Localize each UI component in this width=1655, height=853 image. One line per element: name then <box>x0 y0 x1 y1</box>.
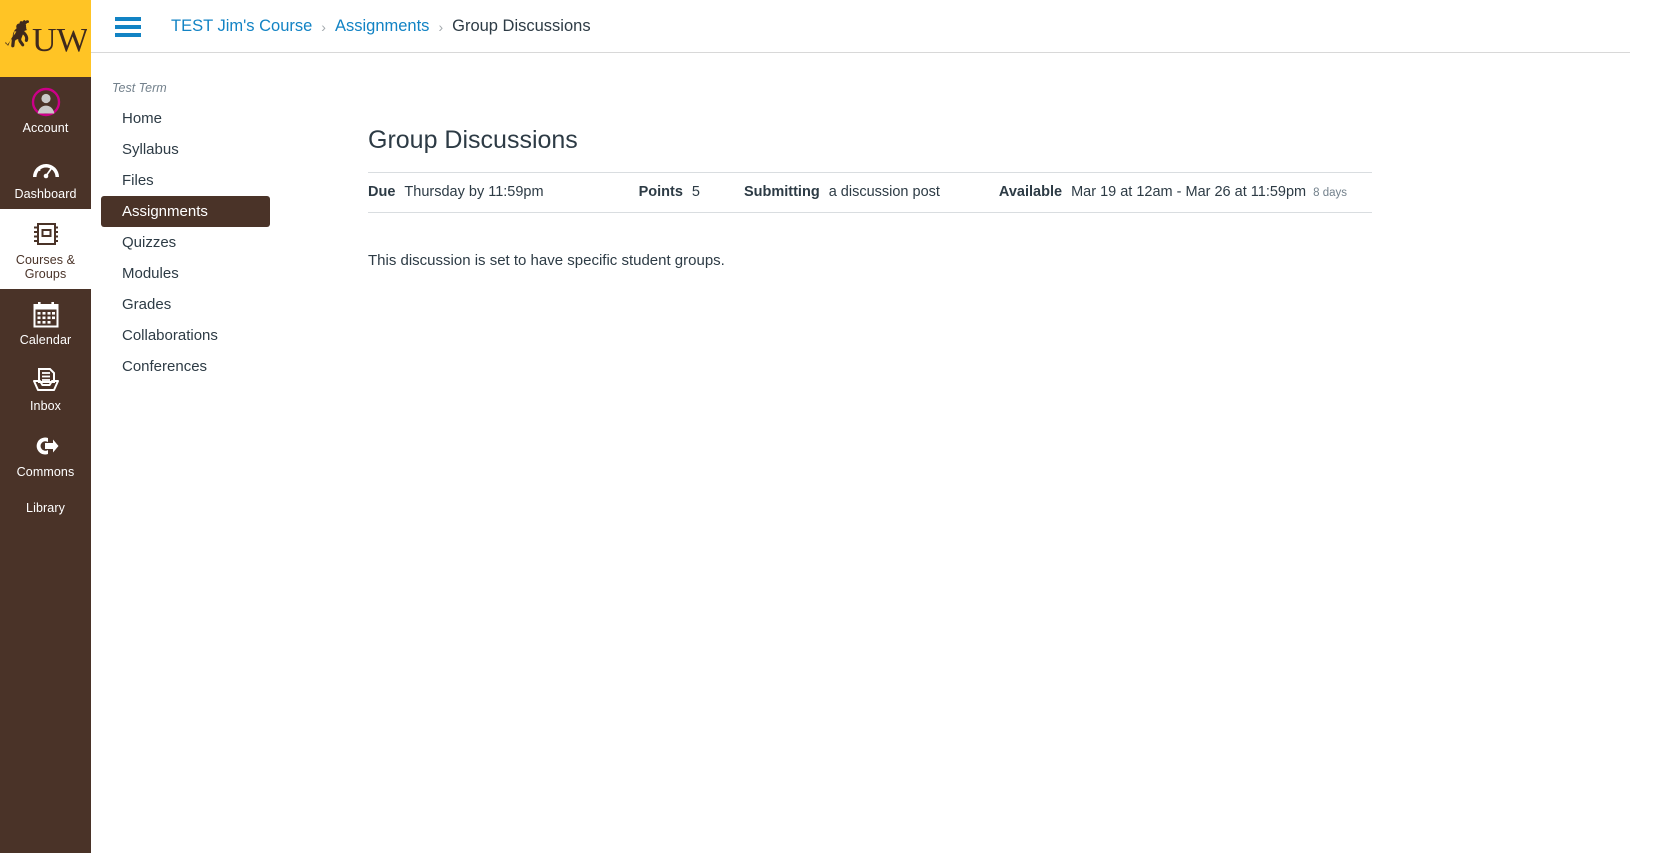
detail-available-label: Available <box>998 184 1063 200</box>
course-nav-item-conferences[interactable]: Conferences <box>101 351 270 382</box>
detail-points-label: Points <box>638 184 683 200</box>
page-root: UW Account Dashboard Courses & Groups Ca… <box>0 0 1655 853</box>
global-nav-item-library[interactable]: Library <box>0 487 91 523</box>
global-nav-item-courses-and-groups[interactable]: Courses & Groups <box>0 209 91 289</box>
breadcrumb-separator-icon: › <box>321 18 326 35</box>
term-label: Test Term <box>112 81 167 95</box>
commons-arrow-icon <box>32 431 60 461</box>
detail-points-value: 5 <box>691 184 700 200</box>
user-avatar-icon <box>31 87 61 117</box>
course-nav-list-item: Files <box>91 165 276 196</box>
course-nav-list-item: Syllabus <box>91 134 276 165</box>
discussion-message: This discussion is set to have specific … <box>368 252 725 269</box>
breadcrumb-item-current: Group Discussions <box>452 17 591 35</box>
content-area: Group Discussions Due Thursday by 11:59p… <box>276 53 1655 853</box>
course-nav-item-quizzes[interactable]: Quizzes <box>101 227 270 258</box>
course-nav-list-item: Conferences <box>91 351 276 382</box>
global-nav-label: Account <box>22 121 69 135</box>
course-nav-list-item: Grades <box>91 289 276 320</box>
course-nav-list-item: Quizzes <box>91 227 276 258</box>
global-nav-label: Inbox <box>29 399 62 413</box>
detail-submitting: Submitting a discussion post <box>744 184 940 200</box>
global-nav-item-account[interactable]: Account <box>0 77 91 143</box>
calendar-icon <box>33 299 59 329</box>
global-nav-label: Library <box>26 501 65 515</box>
svg-text:UW: UW <box>32 22 87 59</box>
breadcrumb-item-assignments[interactable]: Assignments <box>335 17 429 36</box>
detail-available-duration: 8 days <box>1313 187 1348 199</box>
detail-submitting-value: a discussion post <box>828 184 940 200</box>
course-nav-list: Home Syllabus Files Assignments Quizzes … <box>91 103 276 382</box>
detail-available: Available Mar 19 at 12am - Mar 26 at 11:… <box>999 184 1347 200</box>
main-column: TEST Jim's Course › Assignments › Group … <box>91 0 1655 853</box>
global-nav-label: Commons <box>16 465 75 479</box>
global-nav-label: Calendar <box>19 333 72 347</box>
course-nav-item-files[interactable]: Files <box>101 165 270 196</box>
detail-submitting-label: Submitting <box>743 184 820 200</box>
global-nav-item-commons[interactable]: Commons <box>0 421 91 487</box>
global-nav-item-dashboard[interactable]: Dashboard <box>0 143 91 209</box>
course-nav-list-item: Modules <box>91 258 276 289</box>
detail-points: Points 5 <box>639 184 700 200</box>
page-title: Group Discussions <box>368 126 578 154</box>
breadcrumb-separator-icon: › <box>438 18 444 35</box>
course-nav-item-assignments[interactable]: Assignments <box>101 196 270 227</box>
detail-available-value: Mar 19 at 12am - Mar 26 at 11:59pm <box>1071 184 1307 200</box>
global-nav-item-inbox[interactable]: Inbox <box>0 355 91 421</box>
course-navigation: Test Term Home Syllabus Files Assignment… <box>91 53 276 853</box>
breadcrumb: TEST Jim's Course › Assignments › Group … <box>171 17 591 36</box>
course-nav-item-collaborations[interactable]: Collaborations <box>101 320 270 351</box>
notebook-icon <box>32 219 60 249</box>
course-nav-item-syllabus[interactable]: Syllabus <box>101 134 270 165</box>
detail-due-value: Thursday by 11:59pm <box>404 184 544 200</box>
global-navigation: UW Account Dashboard Courses & Groups Ca… <box>0 0 91 853</box>
course-nav-list-item: Assignments <box>91 196 276 227</box>
uw-bucking-horse-logo[interactable]: UW <box>0 0 91 77</box>
body-row: Test Term Home Syllabus Files Assignment… <box>91 53 1655 853</box>
inbox-tray-icon <box>32 365 60 395</box>
breadcrumb-item-course[interactable]: TEST Jim's Course <box>171 17 312 36</box>
course-nav-list-item: Home <box>91 103 276 134</box>
course-nav-list-item: Collaborations <box>91 320 276 351</box>
detail-due: Due Thursday by 11:59pm <box>368 184 544 200</box>
topbar: TEST Jim's Course › Assignments › Group … <box>91 0 1655 53</box>
course-nav-item-home[interactable]: Home <box>101 103 270 134</box>
detail-due-label: Due <box>368 184 396 200</box>
global-nav-label: Dashboard <box>14 187 77 201</box>
global-nav-label: Courses & Groups <box>15 253 76 281</box>
hamburger-menu-icon[interactable] <box>115 16 141 37</box>
course-nav-item-modules[interactable]: Modules <box>101 258 270 289</box>
assignment-detail-bar: Due Thursday by 11:59pm Points 5 Submitt… <box>368 172 1372 213</box>
gauge-icon <box>31 153 61 183</box>
course-nav-item-grades[interactable]: Grades <box>101 289 270 320</box>
global-nav-item-calendar[interactable]: Calendar <box>0 289 91 355</box>
